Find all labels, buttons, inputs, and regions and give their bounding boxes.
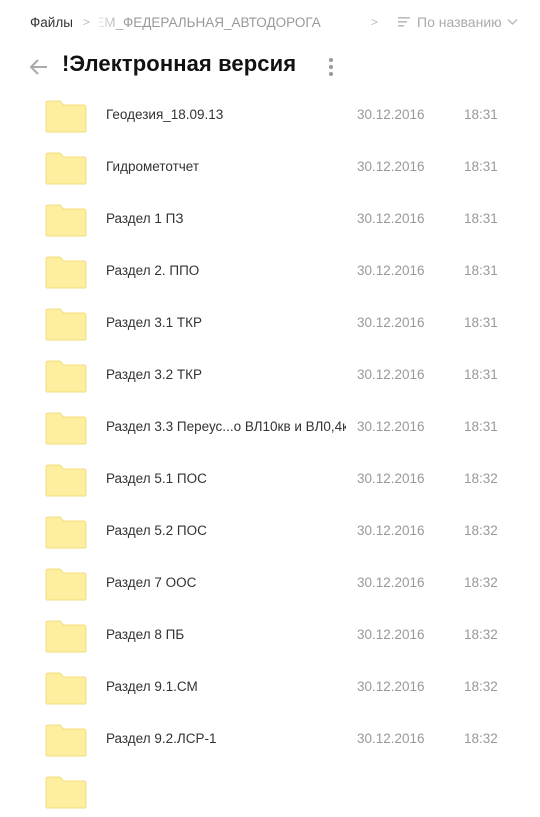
file-date: 30.12.2016 (357, 263, 425, 278)
folder-icon (45, 516, 87, 549)
folder-icon (45, 620, 87, 653)
file-date: 30.12.2016 (357, 211, 425, 226)
file-name: Раздел 3.2 ТКР (106, 367, 203, 382)
list-item[interactable]: Раздел 7 ООС 30.12.2016 18:32 (0, 557, 540, 609)
list-item[interactable]: Геодезия_18.09.13 30.12.2016 18:31 (0, 89, 540, 141)
file-date: 30.12.2016 (357, 471, 425, 486)
file-name: Раздел 3.3 Переус...о ВЛ10кв и ВЛ0,4кв (106, 419, 346, 434)
file-name: Раздел 5.1 ПОС (106, 471, 207, 486)
folder-icon (45, 724, 87, 757)
folder-header: !Электронная версия (0, 50, 540, 84)
page-title: !Электронная версия (62, 51, 297, 76)
list-item[interactable]: Раздел 3.2 ТКР 30.12.2016 18:31 (0, 349, 540, 401)
file-name: Геодезия_18.09.13 (106, 107, 224, 122)
folder-icon (45, 464, 87, 497)
file-name: Раздел 1 ПЗ (106, 211, 184, 226)
folder-icon (45, 776, 87, 809)
file-time: 18:31 (464, 211, 498, 226)
file-name: Раздел 7 ООС (106, 575, 197, 590)
list-item[interactable]: Раздел 3.1 ТКР 30.12.2016 18:31 (0, 297, 540, 349)
file-list: Геодезия_18.09.13 30.12.2016 18:31 Гидро… (0, 89, 540, 817)
list-item[interactable]: Раздел 9.2.ЛСР-1 30.12.2016 18:32 (0, 713, 540, 765)
list-item[interactable] (0, 765, 540, 817)
breadcrumb-parent-link[interactable]: ГРЕМ_ФЕДЕРАЛЬНАЯ_АВТОДОРОГА (99, 15, 361, 30)
file-date: 30.12.2016 (357, 159, 425, 174)
file-name: Гидрометотчет (106, 159, 200, 174)
file-name: Раздел 9.2.ЛСР-1 (106, 731, 217, 746)
list-item[interactable]: Раздел 1 ПЗ 30.12.2016 18:31 (0, 193, 540, 245)
folder-icon (45, 412, 87, 445)
list-item[interactable]: Раздел 2. ППО 30.12.2016 18:31 (0, 245, 540, 297)
file-date: 30.12.2016 (357, 107, 425, 122)
file-time: 18:32 (464, 627, 498, 642)
sort-dropdown[interactable]: По названию (398, 12, 524, 32)
folder-icon (45, 256, 87, 289)
file-time: 18:32 (464, 575, 498, 590)
file-time: 18:32 (464, 731, 498, 746)
breadcrumb-root-link[interactable]: Файлы (30, 15, 73, 30)
chevron-down-icon (507, 18, 518, 26)
file-time: 18:31 (464, 315, 498, 330)
file-date: 30.12.2016 (357, 627, 425, 642)
folder-icon (45, 152, 87, 185)
folder-icon (45, 308, 87, 341)
sort-label: По названию (417, 14, 502, 30)
file-date: 30.12.2016 (357, 679, 425, 694)
folder-icon (45, 100, 87, 133)
breadcrumb-separator: > (82, 15, 90, 29)
more-options-icon[interactable] (325, 56, 337, 78)
sort-lines-icon (398, 17, 410, 27)
breadcrumb: Файлы > ГРЕМ_ФЕДЕРАЛЬНАЯ_АВТОДОРОГА > (30, 13, 387, 31)
list-item[interactable]: Раздел 5.2 ПОС 30.12.2016 18:32 (0, 505, 540, 557)
file-time: 18:32 (464, 679, 498, 694)
folder-icon (45, 672, 87, 705)
file-time: 18:31 (464, 263, 498, 278)
list-item[interactable]: Раздел 9.1.СМ 30.12.2016 18:32 (0, 661, 540, 713)
folder-icon (45, 204, 87, 237)
back-arrow-icon[interactable] (28, 56, 50, 78)
list-item[interactable]: Раздел 8 ПБ 30.12.2016 18:32 (0, 609, 540, 661)
file-date: 30.12.2016 (357, 523, 425, 538)
file-time: 18:32 (464, 471, 498, 486)
file-name: Раздел 3.1 ТКР (106, 315, 203, 330)
file-name: Раздел 9.1.СМ (106, 679, 198, 694)
file-date: 30.12.2016 (357, 315, 425, 330)
file-date: 30.12.2016 (357, 575, 425, 590)
file-name: Раздел 2. ППО (106, 263, 200, 278)
folder-icon (45, 568, 87, 601)
file-date: 30.12.2016 (357, 731, 425, 746)
breadcrumb-separator: > (370, 15, 378, 29)
file-time: 18:31 (464, 419, 498, 434)
file-time: 18:31 (464, 107, 498, 122)
list-item[interactable]: Раздел 5.1 ПОС 30.12.2016 18:32 (0, 453, 540, 505)
list-item[interactable]: Гидрометотчет 30.12.2016 18:31 (0, 141, 540, 193)
file-date: 30.12.2016 (357, 367, 425, 382)
file-time: 18:31 (464, 367, 498, 382)
file-time: 18:32 (464, 523, 498, 538)
file-name: Раздел 8 ПБ (106, 627, 185, 642)
folder-icon (45, 360, 87, 393)
list-item[interactable]: Раздел 3.3 Переус...о ВЛ10кв и ВЛ0,4кв 3… (0, 401, 540, 453)
file-time: 18:31 (464, 159, 498, 174)
file-date: 30.12.2016 (357, 419, 425, 434)
file-name: Раздел 5.2 ПОС (106, 523, 207, 538)
